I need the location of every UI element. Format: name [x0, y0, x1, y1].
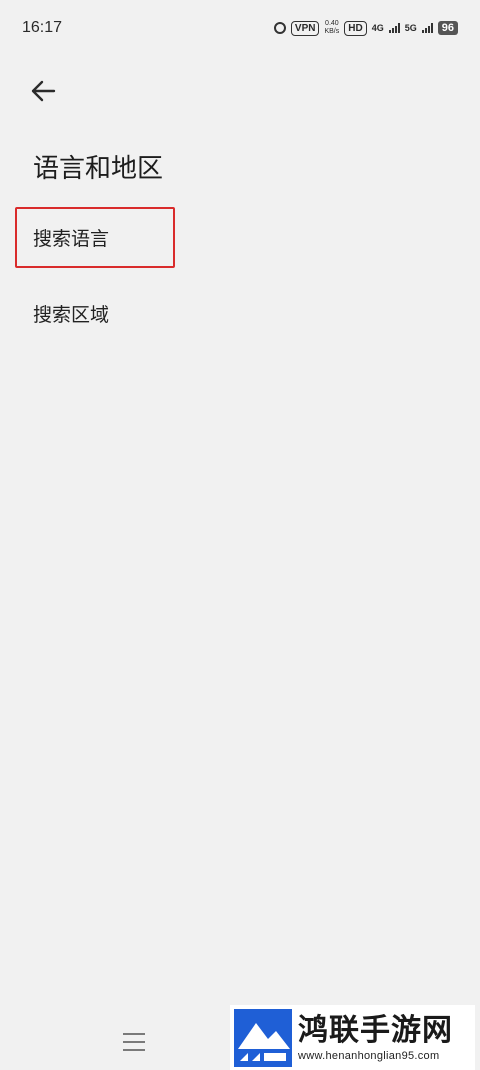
- watermark-title: 鸿联手游网: [298, 1012, 453, 1048]
- battery-indicator: 96: [437, 21, 458, 35]
- watermark-logo-icon: [234, 1008, 292, 1067]
- search-region-item[interactable]: 搜索区域: [33, 300, 109, 327]
- watermark-banner: 鸿联手游网 www.henanhonglian95.com: [230, 1005, 475, 1070]
- back-arrow-icon: [31, 80, 56, 102]
- signal-icon-sim1: [388, 23, 400, 33]
- highlight-annotation-box: [15, 207, 175, 268]
- navigation-menu-button[interactable]: [123, 1033, 145, 1051]
- network-speed-value: 0.40: [325, 20, 339, 27]
- watermark-url: www.henanhonglian95.com: [298, 1049, 440, 1062]
- back-button[interactable]: [26, 76, 60, 106]
- signal-icon-sim2: [421, 23, 433, 33]
- status-time: 16:17: [22, 19, 63, 36]
- network-speed-unit: KB/s: [324, 28, 340, 35]
- sim1-network-label: 4G: [371, 23, 384, 33]
- status-icons: VPN 0.40 KB/s HD 4G 5G 96: [273, 20, 458, 36]
- alarm-icon: [273, 22, 286, 34]
- page-title: 语言和地区: [33, 154, 164, 184]
- hd-badge: HD: [344, 20, 367, 36]
- vpn-badge: VPN: [290, 20, 320, 36]
- sim2-network-label: 5G: [404, 23, 417, 33]
- status-bar: 16:17 VPN 0.40 KB/s HD 4G 5G 96: [0, 0, 480, 56]
- network-speed: 0.40 KB/s: [324, 20, 339, 36]
